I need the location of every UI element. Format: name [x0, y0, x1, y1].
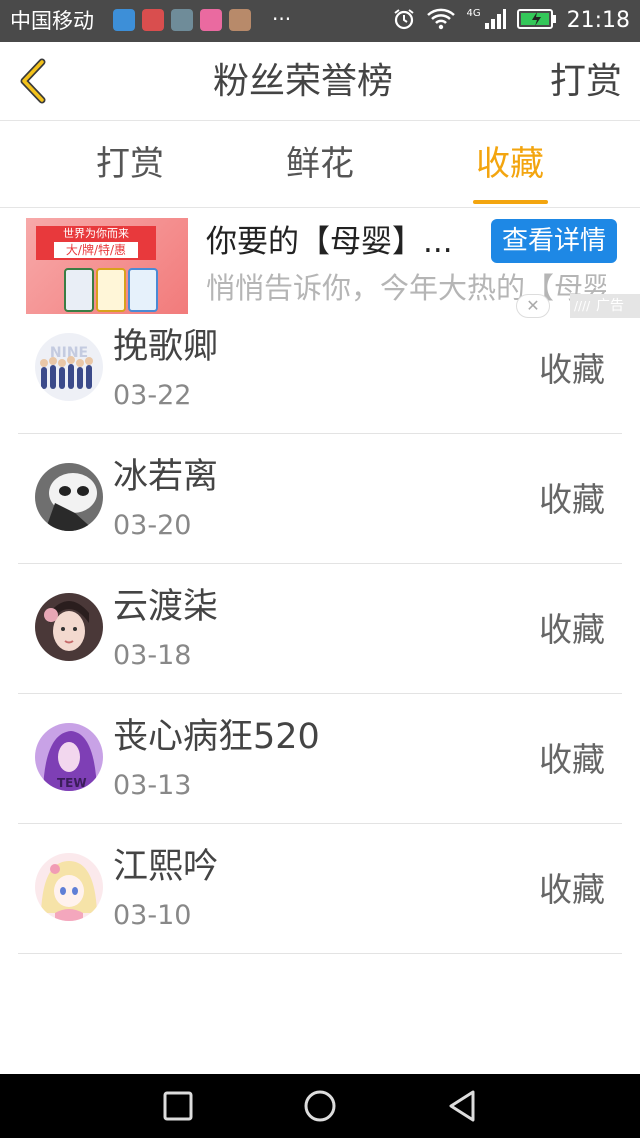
list-item[interactable]: 云渡柒 03-18 收藏 — [18, 564, 622, 694]
battery-icon — [516, 8, 557, 34]
title-bar: 粉丝荣誉榜 打赏 — [0, 42, 640, 121]
user-name: 云渡柒 — [113, 587, 219, 627]
list-item[interactable]: TEW 丧心病狂520 03-13 收藏 — [18, 694, 622, 824]
list-item[interactable]: 冰若离 03-20 收藏 — [18, 434, 622, 564]
user-name: 丧心病狂520 — [113, 717, 320, 757]
tab-bar: 打赏 鲜花 收藏 — [0, 122, 640, 208]
user-name: 江熙吟 — [113, 847, 219, 887]
recent-apps-button[interactable] — [160, 1088, 196, 1124]
notification-app-icon — [171, 9, 193, 31]
square-icon — [163, 1091, 193, 1121]
notification-app-icon — [113, 9, 135, 31]
user-name: 冰若离 — [113, 457, 219, 497]
signal-icon — [483, 7, 507, 35]
action-label: 收藏 — [539, 870, 605, 909]
action-label: 收藏 — [539, 740, 605, 779]
action-label: 收藏 — [539, 350, 605, 389]
list-item[interactable]: NINE 挽歌卿 03-22 收藏 — [18, 304, 622, 434]
triangle-back-icon — [449, 1090, 475, 1122]
list-item[interactable]: 江熙吟 03-10 收藏 — [18, 824, 622, 954]
reward-button[interactable]: 打赏 — [550, 61, 622, 103]
tab-favorites[interactable]: 收藏 — [450, 142, 570, 186]
status-right: 4G 21:18 — [392, 6, 630, 36]
notification-app-icon — [200, 9, 222, 31]
clock: 21:18 — [566, 8, 630, 33]
network-type: 4G — [466, 7, 481, 19]
back-nav-button[interactable] — [444, 1088, 480, 1124]
navigation-bar — [0, 1074, 640, 1138]
ad-image-banner: 世界为你而来 大/牌/特/惠 — [36, 226, 156, 260]
user-name: 挽歌卿 — [113, 327, 219, 367]
circle-icon — [304, 1090, 336, 1122]
ad-banner[interactable]: 世界为你而来 大/牌/特/惠 你要的【母婴】... 悄悄告诉你，今年大热的【母婴… — [0, 208, 640, 318]
more-notifications: ··· — [272, 7, 292, 31]
home-button[interactable] — [302, 1088, 338, 1124]
anime-girl-avatar[interactable] — [35, 853, 103, 921]
action-label: 收藏 — [539, 480, 605, 519]
ad-title: 你要的【母婴】... — [206, 224, 453, 260]
girl-avatar[interactable] — [35, 593, 103, 661]
wifi-icon — [426, 7, 456, 35]
ad-image[interactable]: 世界为你而来 大/牌/特/惠 — [26, 218, 188, 314]
notification-app-icon — [142, 9, 164, 31]
fan-list: NINE 挽歌卿 03-22 收藏 冰若离 03-20 收藏 云渡柒 03-18… — [0, 304, 640, 954]
favorite-date: 03-22 — [113, 380, 192, 411]
notification-app-icon — [229, 9, 251, 31]
alarm-icon — [392, 7, 416, 35]
group-avatar[interactable]: NINE — [35, 333, 103, 401]
action-label: 收藏 — [539, 610, 605, 649]
page-title: 粉丝荣誉榜 — [212, 61, 393, 102]
favorite-date: 03-13 — [113, 770, 192, 801]
tab-reward[interactable]: 打赏 — [70, 142, 190, 186]
panda-mask-avatar[interactable] — [35, 463, 103, 531]
notification-icons — [113, 9, 251, 31]
favorite-date: 03-20 — [113, 510, 192, 541]
favorite-date: 03-10 — [113, 900, 192, 931]
svg-text:TEW: TEW — [57, 776, 87, 790]
favorite-date: 03-18 — [113, 640, 192, 671]
ad-view-details-button[interactable]: 查看详情 — [491, 219, 617, 263]
status-bar: 中国移动 ··· 4G 21:18 — [0, 0, 640, 42]
purple-hair-avatar[interactable]: TEW — [35, 723, 103, 791]
carrier-name: 中国移动 — [10, 9, 94, 33]
tab-flowers[interactable]: 鲜花 — [260, 142, 380, 186]
active-tab-indicator — [473, 200, 548, 204]
